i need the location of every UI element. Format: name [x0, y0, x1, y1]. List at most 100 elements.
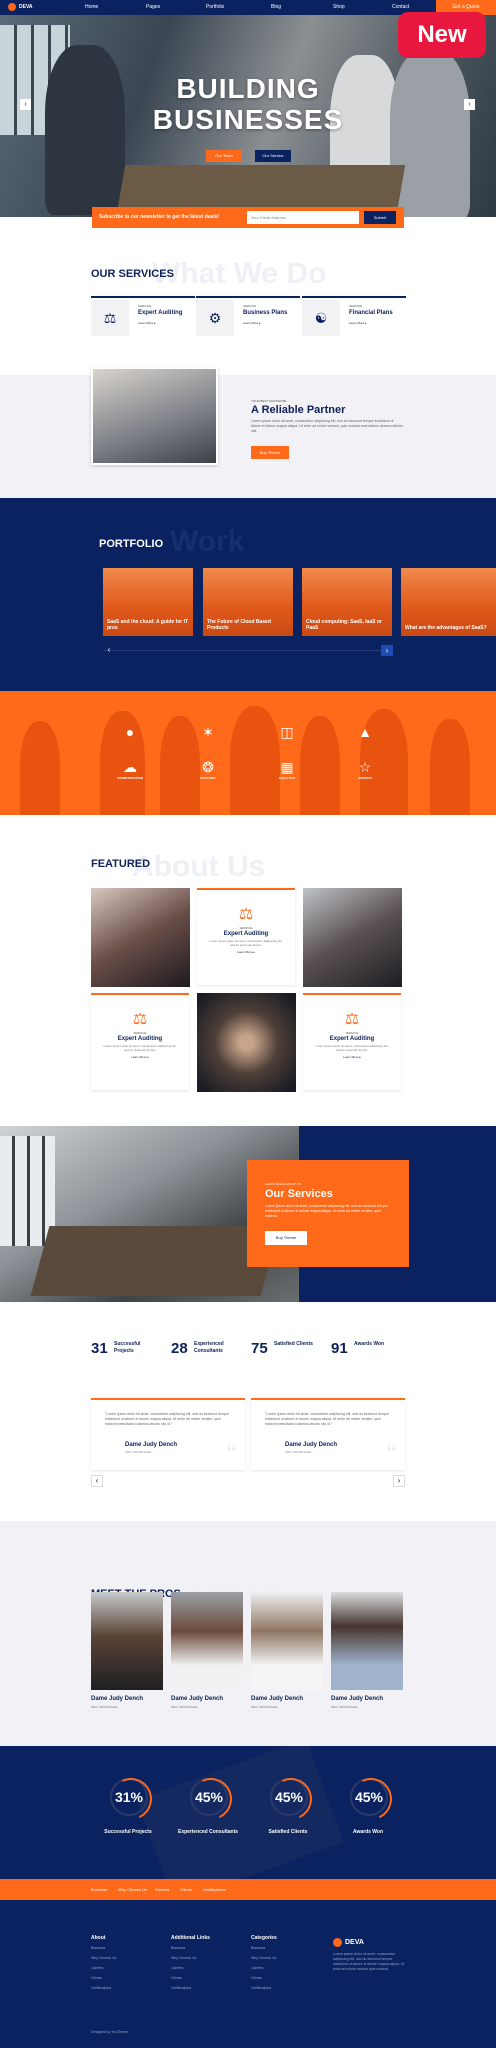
nav-portfolio[interactable]: Portfolio	[206, 4, 224, 10]
growth-icon: ▲	[358, 724, 372, 740]
nav-home[interactable]: Home	[85, 4, 98, 10]
portfolio-card-title: Cloud computing: SaaS, IaaS or PaaS	[306, 619, 382, 631]
footer-link[interactable]: Why Choose Us	[91, 1956, 116, 1960]
portfolio-card[interactable]: What are the advantages of SaaS?	[401, 568, 496, 636]
service-card[interactable]: ⚙ SERVICE Business Plans Learn More ▸	[196, 296, 300, 336]
footer-link[interactable]: Careers	[251, 1966, 277, 1970]
featured-card[interactable]: ⚖ SERVICE Expert Auditing Lorem ipsum do…	[303, 993, 401, 1090]
footer-link[interactable]: Certifications	[171, 1986, 210, 1990]
portfolio-card-title: SaaS and the cloud: A guide for IT pros	[107, 619, 189, 631]
footer-column-title: Additional Links	[171, 1935, 210, 1941]
nav-pages[interactable]: Pages	[146, 4, 160, 10]
footer-link[interactable]: Careers	[91, 1966, 116, 1970]
logo-icon	[8, 3, 16, 11]
hero-next-arrow-icon[interactable]: ›	[464, 99, 475, 110]
partner-body: Lorem ipsum dolor sit amet, consectetur …	[251, 419, 403, 433]
service-card[interactable]: ☯ SERVICE Financial Plans Learn More ▸	[302, 296, 406, 336]
our-team-button[interactable]: Our Team	[206, 150, 242, 162]
footer-column-links: Additional Links Business Why Choose Us …	[171, 1935, 210, 1996]
strategy-icon: ❂ STRATEGY	[199, 759, 217, 780]
footer	[0, 1900, 496, 2048]
portfolio-ghost-text: Work	[170, 525, 245, 558]
office-table-image	[30, 1226, 280, 1296]
submit-button[interactable]: Submit	[364, 211, 396, 224]
featured-card[interactable]: ⚖ SERVICE Expert Auditing Lorem ipsum do…	[91, 993, 189, 1090]
strip-link[interactable]: Why Choose Us	[118, 1887, 147, 1892]
strip-link[interactable]: Business	[91, 1887, 107, 1892]
footer-link[interactable]: Certifications	[251, 1986, 277, 1990]
new-badge: New	[398, 12, 486, 58]
footer-link[interactable]: Why Choose Us	[171, 1956, 210, 1960]
hands-together-image	[197, 993, 296, 1092]
nav-shop[interactable]: Shop	[333, 4, 345, 10]
portfolio-title: PORTFOLIO	[99, 538, 164, 550]
stat-value: 28	[171, 1340, 188, 1357]
footer-link[interactable]: Business	[171, 1946, 210, 1950]
partner-meeting-image	[91, 367, 218, 465]
partner-title: A Reliable Partner	[251, 404, 346, 416]
footer-brand[interactable]: DEVA	[333, 1938, 364, 1947]
service-sub: SERVICE	[349, 304, 363, 308]
brand-logo[interactable]: DEVA	[8, 3, 33, 11]
stat-value: 91	[331, 1340, 348, 1357]
strip-link[interactable]: Clients	[180, 1887, 192, 1892]
portfolio-scrollbar[interactable]	[103, 650, 393, 651]
nav-blog[interactable]: Blog	[271, 4, 281, 10]
progress-label: Successful Projects	[104, 1829, 152, 1835]
services-title: OUR SERVICES	[91, 268, 174, 280]
footer-link[interactable]: Clients	[91, 1976, 116, 1980]
progress-label: Awards Won	[352, 1829, 384, 1835]
nav-contact[interactable]: Contact	[392, 4, 409, 10]
team-member-role: CEO, DEVANTAGE	[251, 1705, 278, 1709]
featured-card[interactable]: ⚖ SERVICE Expert Auditing Lorem ipsum do…	[197, 888, 295, 985]
progress-label: Experienced Consultants	[178, 1829, 239, 1835]
portfolio-card[interactable]: The Future of Cloud Based Products	[203, 568, 293, 636]
auditing-icon: ⚖	[238, 906, 254, 923]
service-sub: SERVICE	[138, 304, 152, 308]
progress-ring: 31%	[110, 1778, 148, 1816]
strip-link[interactable]: Careers	[155, 1887, 169, 1892]
testimonial-quote: “Lorem ipsum dolor sit amet, consectetur…	[105, 1412, 229, 1426]
copyright-text: Designed by YouTheme	[91, 2030, 129, 2034]
newsletter-text: Subscribe to our newsletter to get the l…	[99, 214, 220, 220]
testimonial-next-arrow-icon[interactable]: ›	[393, 1475, 405, 1487]
team-meeting-image	[91, 888, 190, 987]
footer-link[interactable]: Certifications	[91, 1986, 116, 1990]
testimonial-name: Dame Judy Dench	[285, 1442, 338, 1448]
strip-link[interactable]: Certifications	[203, 1887, 226, 1892]
services-ghost-text: What We Do	[152, 257, 327, 290]
footer-link[interactable]: Careers	[171, 1966, 210, 1970]
portfolio-prev-arrow-icon[interactable]: ‹	[103, 645, 115, 656]
lightbulb-icon: ●	[125, 724, 135, 740]
svc-banner-sub: LEARN MORE ABOUT US	[265, 1182, 301, 1186]
footer-link[interactable]: Clients	[251, 1976, 277, 1980]
portfolio-next-arrow-icon[interactable]: ›	[381, 645, 393, 656]
hero-prev-arrow-icon[interactable]: ‹	[20, 99, 31, 110]
footer-link[interactable]: Business	[91, 1946, 116, 1950]
footer-link[interactable]: Why Choose Us	[251, 1956, 277, 1960]
testimonial-role: CEO, DEVANTAGE	[125, 1450, 152, 1454]
learn-more-link[interactable]: Learn More ▸	[197, 950, 295, 954]
learn-more-link[interactable]: Learn More ▸	[349, 321, 367, 325]
portfolio-card[interactable]: SaaS and the cloud: A guide for IT pros	[103, 568, 193, 636]
email-input[interactable]: Your Email Address	[247, 211, 359, 224]
learn-more-link[interactable]: Learn More ▸	[91, 1055, 189, 1059]
service-title: Financial Plans	[349, 310, 393, 316]
portfolio-card[interactable]: Cloud computing: SaaS, IaaS or PaaS	[302, 568, 392, 636]
footer-link[interactable]: Clients	[171, 1976, 210, 1980]
footer-link[interactable]: Business	[251, 1946, 277, 1950]
buy-theme-button[interactable]: Buy Theme	[251, 446, 289, 459]
our-service-button[interactable]: Our Service	[255, 150, 291, 162]
team-photo	[171, 1592, 243, 1690]
team-photo	[251, 1592, 323, 1690]
buy-theme-button[interactable]: Buy Theme	[265, 1231, 307, 1245]
service-title: Business Plans	[243, 310, 288, 316]
svc-banner-title: Our Services	[265, 1188, 333, 1200]
learn-more-link[interactable]: Learn More ▸	[243, 321, 261, 325]
learn-more-link[interactable]: Learn More ▸	[303, 1055, 401, 1059]
service-card[interactable]: ⚖ SERVICE Expert Auditing Learn More ▸	[91, 296, 195, 336]
features-icon-strip: ● ✶ ◫ ▲ ☁ COMMUNICATION ❂ STRATEGY ▦ ANALYT…	[0, 691, 496, 815]
stat-label: Awards Won	[354, 1341, 385, 1347]
learn-more-link[interactable]: Learn More ▸	[138, 321, 156, 325]
testimonial-prev-arrow-icon[interactable]: ‹	[91, 1475, 103, 1487]
